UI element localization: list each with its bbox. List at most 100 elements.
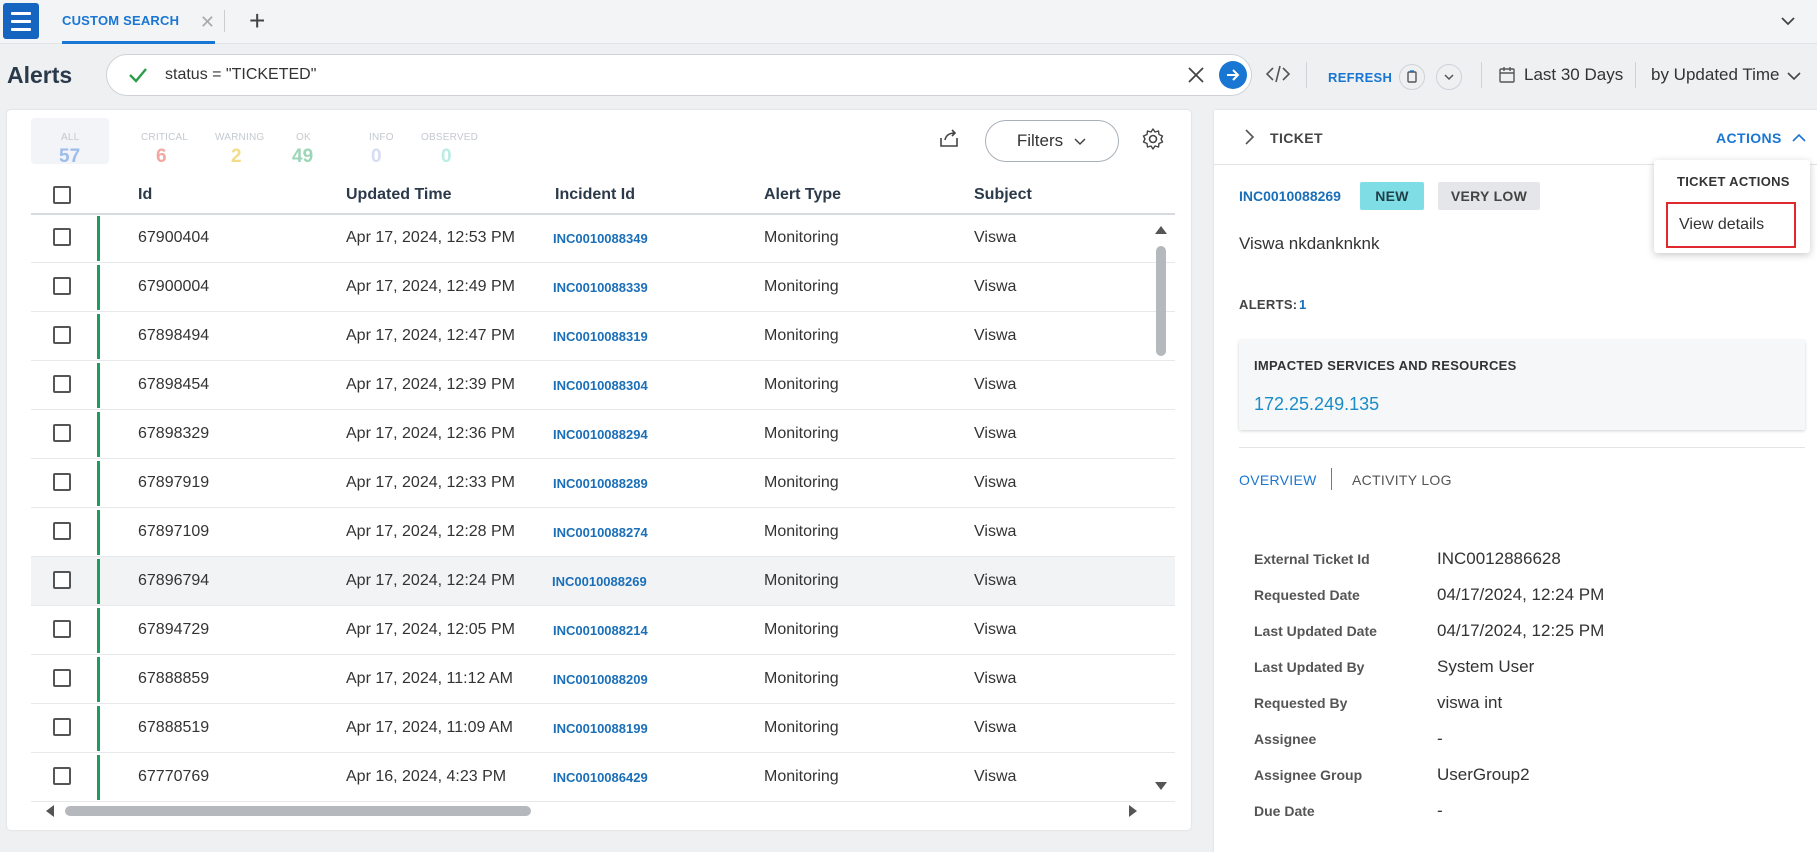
table-row[interactable]: 67888859 Apr 17, 2024, 11:12 AM INC0010088…: [31, 655, 1175, 704]
cell-alert-type: Monitoring: [764, 327, 839, 344]
ticket-actions-menu: TICKET ACTIONS View details: [1654, 160, 1810, 253]
refresh-button[interactable]: REFRESH: [1328, 70, 1392, 85]
row-checkbox[interactable]: [53, 718, 71, 736]
column-header-alert-type[interactable]: Alert Type: [764, 186, 841, 204]
scrollbar-thumb[interactable]: [1156, 246, 1166, 356]
actions-button[interactable]: ACTIONS: [1716, 130, 1782, 146]
table-row[interactable]: 67770769 Apr 16, 2024, 4:23 PM INC00100864…: [31, 753, 1175, 802]
table-row[interactable]: 67900404 Apr 17, 2024, 12:53 PM INC0010088…: [31, 215, 1175, 263]
row-checkbox[interactable]: [53, 228, 71, 246]
row-checkbox[interactable]: [53, 522, 71, 540]
search-input[interactable]: status = "TICKETED": [106, 54, 1252, 96]
row-checkbox[interactable]: [53, 375, 71, 393]
ticket-incident-link[interactable]: INC0010088269: [1239, 188, 1341, 204]
cell-id: 67888859: [138, 670, 210, 687]
add-tab-icon[interactable]: +: [249, 5, 265, 37]
row-checkbox[interactable]: [53, 669, 71, 687]
cell-incident-link[interactable]: INC0010088274: [553, 525, 648, 540]
scrollbar-thumb[interactable]: [65, 806, 531, 816]
filters-button[interactable]: Filters: [985, 120, 1119, 162]
cell-incident-link[interactable]: INC0010088304: [553, 378, 648, 393]
cell-incident-link[interactable]: INC0010088209: [553, 672, 648, 687]
chevron-down-icon: [1074, 138, 1086, 146]
count-ok[interactable]: OK 49: [265, 118, 343, 167]
export-icon[interactable]: [937, 126, 961, 150]
row-checkbox[interactable]: [53, 473, 71, 491]
scroll-left-icon[interactable]: [46, 805, 54, 817]
row-checkbox[interactable]: [53, 767, 71, 785]
cell-incident-link[interactable]: INC0010088339: [553, 280, 648, 295]
cell-incident-link[interactable]: INC0010086429: [553, 770, 648, 785]
column-header-incident-id[interactable]: Incident Id: [555, 186, 635, 204]
tab-label: CUSTOM SEARCH: [62, 13, 180, 28]
code-icon[interactable]: [1265, 63, 1291, 85]
cell-incident-link[interactable]: INC0010088199: [553, 721, 648, 736]
cell-incident-link[interactable]: INC0010088294: [553, 427, 648, 442]
count-critical[interactable]: CRITICAL 6: [109, 118, 188, 167]
table-row[interactable]: 67898454 Apr 17, 2024, 12:39 PM INC0010088…: [31, 361, 1175, 410]
cell-incident-link[interactable]: INC0010088349: [553, 231, 648, 246]
tab-activity-log[interactable]: ACTIVITY LOG: [1352, 472, 1452, 488]
chevron-down-icon[interactable]: [1779, 12, 1797, 30]
cell-alert-type: Monitoring: [764, 670, 839, 687]
tab-overview[interactable]: OVERVIEW: [1239, 472, 1317, 488]
cell-incident-link[interactable]: INC0010088269: [552, 574, 647, 589]
count-info[interactable]: INFO 0: [343, 118, 421, 167]
detail-label: Requested Date: [1254, 587, 1360, 603]
tab-close-icon[interactable]: ✕: [200, 12, 215, 33]
table-row[interactable]: 67888519 Apr 17, 2024, 11:09 AM INC0010088…: [31, 704, 1175, 753]
cell-incident-link[interactable]: INC0010088214: [553, 623, 648, 638]
vertical-scrollbar[interactable]: [1154, 226, 1168, 796]
page-title: Alerts: [7, 62, 73, 88]
horizontal-scrollbar[interactable]: [41, 804, 1141, 818]
row-checkbox[interactable]: [53, 424, 71, 442]
chevron-down-icon[interactable]: [1786, 68, 1802, 84]
row-checkbox[interactable]: [53, 620, 71, 638]
time-range-selector[interactable]: Last 30 Days: [1524, 65, 1623, 85]
scroll-down-icon[interactable]: [1155, 782, 1167, 790]
table-row[interactable]: 67897109 Apr 17, 2024, 12:28 PM INC0010088…: [31, 508, 1175, 557]
cell-incident-link[interactable]: INC0010088319: [553, 329, 648, 344]
cell-incident-link[interactable]: INC0010088289: [553, 476, 648, 491]
count-observed[interactable]: OBSERVED 0: [421, 118, 499, 167]
table-body: 67900404 Apr 17, 2024, 12:53 PM INC0010088…: [31, 215, 1175, 805]
view-details-menu-item[interactable]: View details: [1666, 202, 1796, 248]
tab-bar: CUSTOM SEARCH ✕ +: [0, 0, 1817, 44]
column-header-id[interactable]: Id: [138, 186, 152, 204]
table-row[interactable]: 67900004 Apr 17, 2024, 12:49 PM INC0010088…: [31, 263, 1175, 312]
count-all[interactable]: ALL 57: [31, 118, 109, 167]
table-row[interactable]: 67898329 Apr 17, 2024, 12:36 PM INC0010088…: [31, 410, 1175, 459]
scroll-right-icon[interactable]: [1129, 805, 1137, 817]
alerts-count-link[interactable]: 1: [1299, 297, 1306, 312]
search-submit-button[interactable]: [1219, 61, 1247, 89]
tab-custom-search[interactable]: CUSTOM SEARCH ✕: [62, 0, 215, 44]
priority-badge: VERY LOW: [1438, 182, 1540, 210]
chevron-up-icon[interactable]: [1791, 130, 1807, 146]
gear-icon[interactable]: [1141, 127, 1165, 151]
table-row[interactable]: 67898494 Apr 17, 2024, 12:47 PM INC0010088…: [31, 312, 1175, 361]
cell-alert-type: Monitoring: [764, 523, 839, 540]
detail-label: Assignee Group: [1254, 767, 1363, 783]
column-header-subject[interactable]: Subject: [974, 186, 1032, 204]
table-row[interactable]: 67897919 Apr 17, 2024, 12:33 PM INC0010088…: [31, 459, 1175, 508]
impacted-resource-link[interactable]: 172.25.249.135: [1254, 394, 1379, 415]
clear-icon[interactable]: [1185, 64, 1207, 86]
count-warning[interactable]: WARNING 2: [187, 118, 265, 167]
select-all-checkbox[interactable]: [53, 186, 71, 204]
cell-id: 67888519: [138, 719, 210, 736]
row-checkbox[interactable]: [53, 571, 71, 589]
row-checkbox[interactable]: [53, 326, 71, 344]
cell-id: 67900404: [138, 229, 210, 246]
chevron-right-icon[interactable]: [1242, 128, 1256, 146]
divider: [1306, 62, 1307, 88]
hamburger-menu-button[interactable]: [3, 3, 39, 39]
table-row[interactable]: 67896794 Apr 17, 2024, 12:24 PM INC0010088…: [31, 557, 1175, 606]
scroll-up-icon[interactable]: [1155, 226, 1167, 234]
column-header-updated-time[interactable]: Updated Time: [346, 186, 452, 204]
search-query[interactable]: status = "TICKETED": [165, 66, 316, 84]
sort-by-selector[interactable]: by Updated Time: [1651, 65, 1780, 85]
auto-refresh-icon[interactable]: [1399, 64, 1425, 90]
row-checkbox[interactable]: [53, 277, 71, 295]
refresh-options-dropdown[interactable]: [1436, 64, 1462, 90]
table-row[interactable]: 67894729 Apr 17, 2024, 12:05 PM INC0010088…: [31, 606, 1175, 655]
